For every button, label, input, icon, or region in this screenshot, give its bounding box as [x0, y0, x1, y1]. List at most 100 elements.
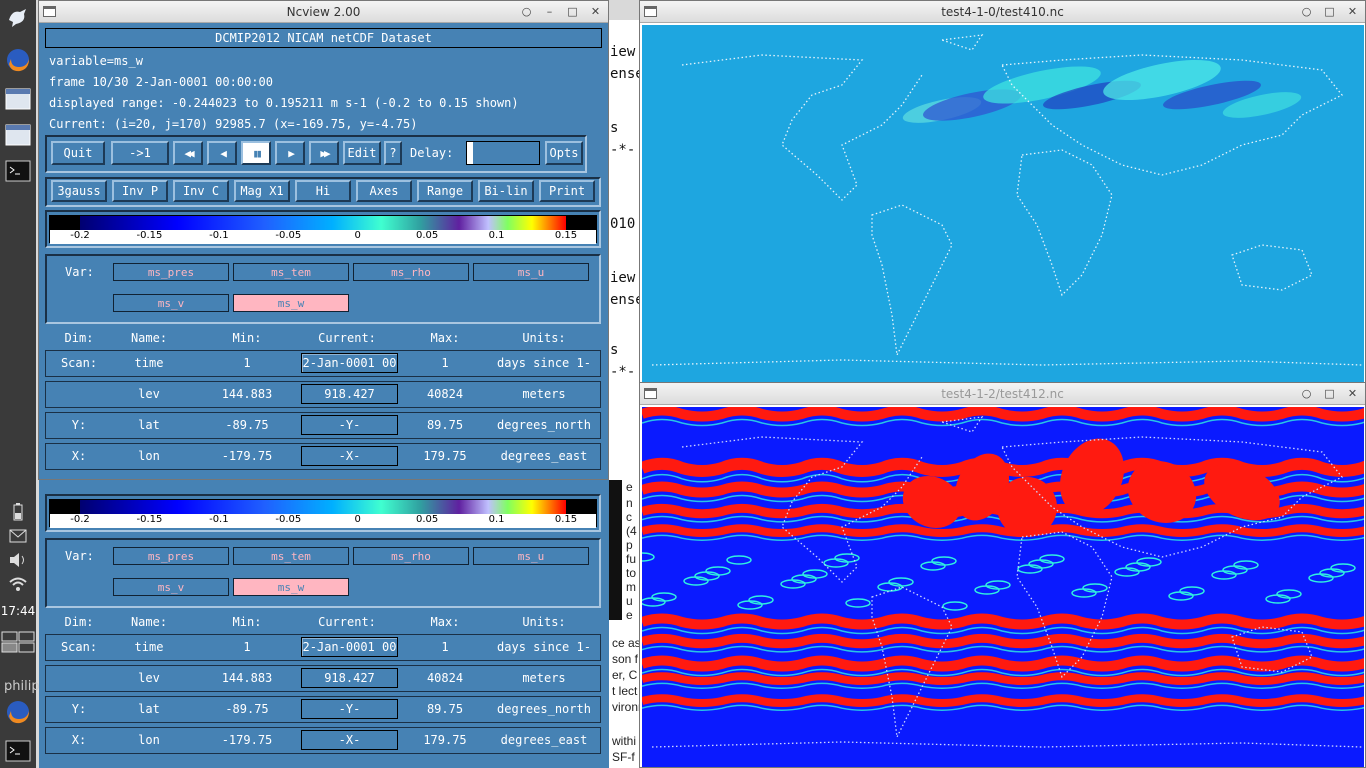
frame-line: frame 10/30 2-Jan-0001 00:00:00 [49, 75, 273, 89]
reset-button[interactable]: ->1 [111, 141, 169, 165]
red-band [642, 655, 1364, 672]
workspace-switcher-icon[interactable] [1, 628, 35, 656]
variable-button-ms_u[interactable]: ms_u [473, 263, 589, 281]
dim-units-cell: degrees_east [500, 449, 588, 463]
close-icon[interactable]: ✕ [587, 4, 604, 19]
option-button-mag-x1[interactable]: Mag X1 [234, 180, 290, 202]
variable-button-ms_pres[interactable]: ms_pres [113, 547, 229, 565]
dim-max-cell: 89.75 [426, 702, 464, 716]
edit-button[interactable]: Edit [343, 141, 381, 165]
map-bottom-title: test4-1-2/test412.nc [941, 387, 1064, 401]
background-text-line: n [626, 496, 633, 510]
variable-button-ms_tem[interactable]: ms_tem [233, 547, 349, 565]
dim-current-field-lat[interactable]: -Y- [301, 415, 398, 435]
maximize-icon[interactable]: □ [1321, 4, 1338, 19]
dim-current-field-time[interactable]: 2-Jan-0001 00 [301, 353, 398, 373]
minimize-icon[interactable]: – [541, 4, 558, 19]
user-name: philip [4, 679, 40, 694]
sticky-icon[interactable]: ○ [518, 4, 535, 19]
variable-button-ms_rho[interactable]: ms_rho [353, 263, 469, 281]
dim-current-field-lev[interactable]: 918.427 [301, 384, 398, 404]
red-band [642, 524, 1364, 537]
window-icon-2[interactable] [4, 121, 32, 149]
dim-dim-cell: Scan: [60, 356, 98, 370]
option-button-3gauss[interactable]: 3gauss [51, 180, 107, 202]
dim-current-field-lon[interactable]: -X- [301, 730, 398, 750]
variable-button-ms_tem[interactable]: ms_tem [233, 263, 349, 281]
dim-dim-cell: X: [71, 733, 87, 747]
background-text-line: c [626, 510, 632, 524]
step-back-icon[interactable]: ◀ [207, 141, 237, 165]
dim-current-field-lev[interactable]: 918.427 [301, 668, 398, 688]
background-text-line: e [626, 480, 633, 494]
ncview-titlebar[interactable]: Ncview 2.00 ○ – □ ✕ [39, 1, 608, 23]
option-button-bi-lin[interactable]: Bi-lin [478, 180, 534, 202]
dim-min-cell: -179.75 [221, 449, 273, 463]
terminal-icon-2[interactable] [4, 737, 32, 765]
step-forward-icon[interactable]: ▶ [275, 141, 305, 165]
wifi-icon[interactable] [4, 570, 32, 598]
dim-name-cell: lon [138, 449, 160, 463]
colorbar-ticks: -0.2 -0.15 -0.1 -0.05 0 0.05 0.1 0.15 [50, 230, 596, 244]
variable-button-ms_v[interactable]: ms_v [113, 578, 229, 596]
dim-max-cell: 40824 [426, 671, 464, 685]
variable-button-ms_w[interactable]: ms_w [233, 578, 349, 596]
variable-button-ms_u[interactable]: ms_u [473, 547, 589, 565]
option-button-inv-p[interactable]: Inv P [112, 180, 168, 202]
delay-slider[interactable] [466, 141, 540, 165]
map-top-canvas[interactable] [642, 25, 1364, 385]
map-top-titlebar[interactable]: test4-1-0/test410.nc ○ □ ✕ [640, 1, 1365, 23]
close-icon[interactable]: ✕ [1344, 386, 1361, 401]
fast-forward-icon[interactable]: ▶▶ [309, 141, 339, 165]
firefox-icon[interactable] [4, 46, 32, 74]
dim-current-field-time[interactable]: 2-Jan-0001 00 [301, 637, 398, 657]
background-text-line: -*- [610, 142, 636, 158]
map-bottom-titlebar[interactable]: test4-1-2/test412.nc ○ □ ✕ [640, 383, 1365, 405]
delay-slider-thumb[interactable] [467, 142, 473, 164]
bird-app-icon[interactable] [4, 4, 32, 32]
help-button[interactable]: ? [384, 141, 402, 165]
maximize-icon[interactable]: □ [1321, 386, 1338, 401]
variable-button-ms_pres[interactable]: ms_pres [113, 263, 229, 281]
dim-current-field-lat[interactable]: -Y- [301, 699, 398, 719]
option-button-range[interactable]: Range [417, 180, 473, 202]
sticky-icon[interactable]: ○ [1298, 4, 1315, 19]
window-menu-icon[interactable] [644, 388, 657, 399]
window-menu-icon[interactable] [644, 6, 657, 17]
option-button-inv-c[interactable]: Inv C [173, 180, 229, 202]
close-icon[interactable]: ✕ [1344, 4, 1361, 19]
variable-button-ms_w[interactable]: ms_w [233, 294, 349, 312]
dim-min-cell: -179.75 [221, 733, 273, 747]
dim-max-cell: 1 [441, 356, 449, 370]
ncview-panel-back: -0.2 -0.15 -0.1 -0.05 0 0.05 0.1 0.15 Var: ms_pre… [39, 480, 609, 768]
opts-button[interactable]: Opts [545, 141, 583, 165]
cyan-ring [726, 555, 752, 565]
pause-icon[interactable]: ▮▮ [241, 141, 271, 165]
clock: 17:44 [0, 604, 36, 618]
option-button-axes[interactable]: Axes [356, 180, 412, 202]
delay-label: Delay: [410, 146, 454, 160]
terminal-icon[interactable] [4, 157, 32, 185]
sticky-icon[interactable]: ○ [1298, 386, 1315, 401]
colorbar-tick-label: -0.1 [209, 230, 229, 241]
option-button-hi[interactable]: Hi [295, 180, 351, 202]
variable-button-ms_v[interactable]: ms_v [113, 294, 229, 312]
background-text-line: m [626, 580, 636, 594]
dim-name-cell: lat [138, 702, 160, 716]
window-icon-1[interactable] [4, 85, 32, 113]
variable-button-ms_rho[interactable]: ms_rho [353, 547, 469, 565]
maximize-icon[interactable]: □ [564, 4, 581, 19]
map-bottom-canvas[interactable] [642, 407, 1364, 767]
background-text-line: er, C [612, 668, 638, 682]
background-text-line: e [626, 608, 633, 622]
quit-button[interactable]: Quit [51, 141, 105, 165]
colorbar-tick-label: 0 [354, 230, 361, 241]
window-menu-icon[interactable] [43, 6, 56, 17]
map-top-background [642, 25, 1364, 385]
firefox-icon-2[interactable] [4, 698, 32, 726]
background-text-line: p [626, 538, 633, 552]
dim-current-field-lon[interactable]: -X- [301, 446, 398, 466]
fast-backward-icon[interactable]: ◀◀ [173, 141, 203, 165]
background-text-line: son f [612, 652, 639, 666]
option-button-print[interactable]: Print [539, 180, 595, 202]
